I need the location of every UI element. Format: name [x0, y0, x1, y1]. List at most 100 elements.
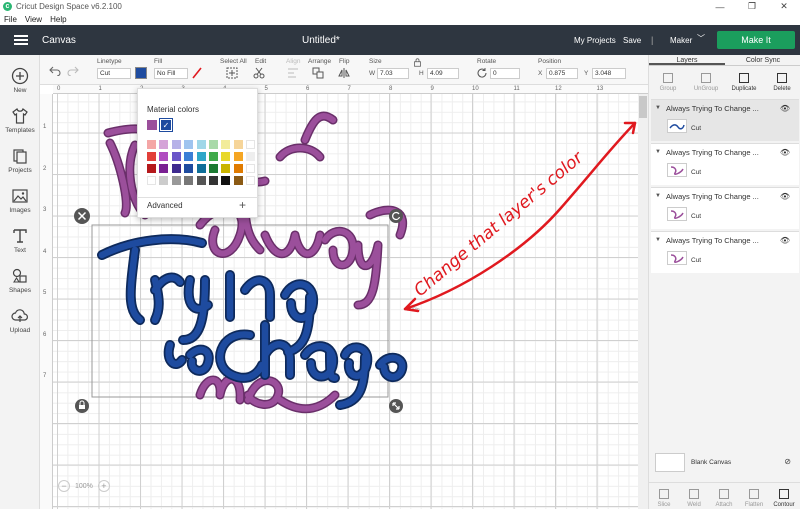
sidebar-item-templates[interactable]: Templates [0, 101, 40, 139]
palette-swatch[interactable] [147, 176, 156, 185]
palette-swatch[interactable] [233, 152, 243, 161]
palette-swatch[interactable] [184, 140, 194, 149]
chevron-down-icon[interactable]: ﹀ [697, 33, 705, 44]
make-it-button[interactable]: Make It [717, 31, 795, 49]
resize-handle[interactable] [389, 399, 403, 413]
palette-swatch[interactable] [196, 164, 206, 173]
palette-swatch[interactable] [208, 164, 218, 173]
palette-swatch[interactable] [196, 140, 206, 149]
palette-swatch[interactable] [233, 164, 243, 173]
palette-swatch[interactable] [221, 176, 231, 185]
sidebar-item-upload[interactable]: Upload [0, 301, 40, 339]
eye-icon[interactable]: 👁 [780, 148, 790, 157]
menu-view[interactable]: View [25, 15, 42, 24]
palette-swatch[interactable] [159, 140, 169, 149]
eye-off-icon[interactable]: ⊘ [784, 457, 791, 466]
palette-swatch[interactable] [246, 176, 256, 185]
lock-icon[interactable] [413, 58, 422, 67]
caret-down-icon[interactable]: ▼ [655, 105, 661, 111]
caret-down-icon[interactable]: ▼ [655, 193, 661, 199]
eye-icon[interactable]: 👁 [780, 104, 790, 113]
contour-button[interactable]: Contour [769, 483, 799, 509]
palette-swatch[interactable] [246, 140, 256, 149]
palette-swatch[interactable] [159, 176, 169, 185]
palette-swatch[interactable] [184, 176, 194, 185]
palette-swatch[interactable] [196, 176, 206, 185]
current-color-purple[interactable] [147, 120, 157, 130]
close-window-button[interactable]: ✕ [768, 0, 800, 13]
plus-icon[interactable]: + [239, 198, 246, 212]
menu-help[interactable]: Help [50, 15, 66, 24]
fill-select[interactable]: No Fill [154, 68, 188, 79]
palette-swatch[interactable] [246, 164, 256, 173]
arrange-icon[interactable] [312, 67, 324, 79]
tab-layers[interactable]: Layers [649, 55, 725, 65]
eye-icon[interactable]: 👁 [780, 236, 790, 245]
ungroup-button[interactable]: UnGroup [687, 67, 725, 97]
palette-swatch[interactable] [171, 152, 181, 161]
delete-button[interactable]: Delete [763, 67, 800, 97]
minimize-button[interactable]: — [704, 0, 736, 13]
hamburger-menu-icon[interactable] [14, 35, 28, 45]
lock-handle[interactable] [75, 399, 89, 413]
palette-swatch[interactable] [221, 152, 231, 161]
rotate-handle[interactable] [389, 209, 403, 223]
save-button[interactable]: Save [623, 36, 641, 45]
palette-swatch[interactable] [221, 140, 231, 149]
current-color-blue-selected[interactable]: ✓ [159, 118, 173, 132]
redo-icon[interactable] [67, 64, 79, 76]
flip-icon[interactable] [338, 67, 350, 79]
blank-canvas-row[interactable]: Blank Canvas ⊘ [649, 450, 800, 476]
zoom-out-button[interactable]: − [58, 480, 70, 492]
delete-handle[interactable] [74, 208, 90, 224]
menu-file[interactable]: File [4, 15, 17, 24]
group-button[interactable]: Group [649, 67, 687, 97]
y-position-input[interactable]: 3.048 [592, 68, 626, 79]
palette-swatch[interactable] [171, 176, 181, 185]
palette-swatch[interactable] [184, 164, 194, 173]
height-input[interactable]: 4.09 [427, 68, 459, 79]
attach-button[interactable]: Attach [709, 483, 739, 509]
palette-swatch[interactable] [221, 164, 231, 173]
layer-item[interactable]: ▼ Always Trying To Change ... 👁 Cut [651, 231, 799, 273]
zoom-in-button[interactable]: + [97, 480, 110, 492]
my-projects-button[interactable]: My Projects [574, 36, 616, 45]
palette-swatch[interactable] [147, 152, 156, 161]
caret-down-icon[interactable]: ▼ [655, 149, 661, 155]
x-position-input[interactable]: 0.875 [546, 68, 578, 79]
fill-none-icon[interactable] [191, 67, 203, 79]
undo-icon[interactable] [49, 64, 61, 76]
blank-canvas-swatch[interactable] [655, 453, 685, 472]
width-input[interactable]: 7.03 [377, 68, 409, 79]
tab-color-sync[interactable]: Color Sync [725, 55, 800, 65]
palette-swatch[interactable] [208, 140, 218, 149]
sidebar-item-shapes[interactable]: Shapes [0, 261, 40, 299]
palette-swatch[interactable] [184, 152, 194, 161]
sidebar-item-new[interactable]: New [0, 61, 40, 99]
linetype-select[interactable]: Cut [97, 68, 131, 79]
palette-swatch[interactable] [233, 140, 243, 149]
palette-swatch[interactable] [208, 176, 218, 185]
linetype-color-swatch[interactable] [135, 67, 147, 79]
palette-swatch[interactable] [171, 140, 181, 149]
align-icon[interactable] [287, 67, 299, 79]
maximize-button[interactable]: ❐ [736, 0, 768, 13]
caret-down-icon[interactable]: ▼ [655, 237, 661, 243]
design-canvas[interactable]: 012345678910111213 1234567 [40, 85, 648, 509]
advanced-colors-button[interactable]: Advanced [147, 201, 183, 210]
sidebar-item-text[interactable]: Text [0, 221, 40, 259]
eye-icon[interactable]: 👁 [780, 192, 790, 201]
vertical-scrollbar[interactable] [638, 94, 648, 509]
duplicate-button[interactable]: Duplicate [725, 67, 763, 97]
rotate-input[interactable]: 0 [490, 68, 520, 79]
weld-button[interactable]: Weld [679, 483, 709, 509]
select-all-icon[interactable] [226, 67, 238, 79]
scrollbar-thumb[interactable] [639, 96, 647, 118]
palette-swatch[interactable] [246, 152, 256, 161]
sidebar-item-projects[interactable]: Projects [0, 141, 40, 179]
sidebar-item-images[interactable]: Images [0, 181, 40, 219]
layer-item[interactable]: ▼ Always Trying To Change ... 👁 Cut [651, 143, 799, 185]
artwork-svg[interactable]: 4.09in Change that layer's color [40, 85, 638, 509]
layer-item[interactable]: ▼ Always Trying To Change ... 👁 Cut [651, 187, 799, 229]
palette-swatch[interactable] [208, 152, 218, 161]
